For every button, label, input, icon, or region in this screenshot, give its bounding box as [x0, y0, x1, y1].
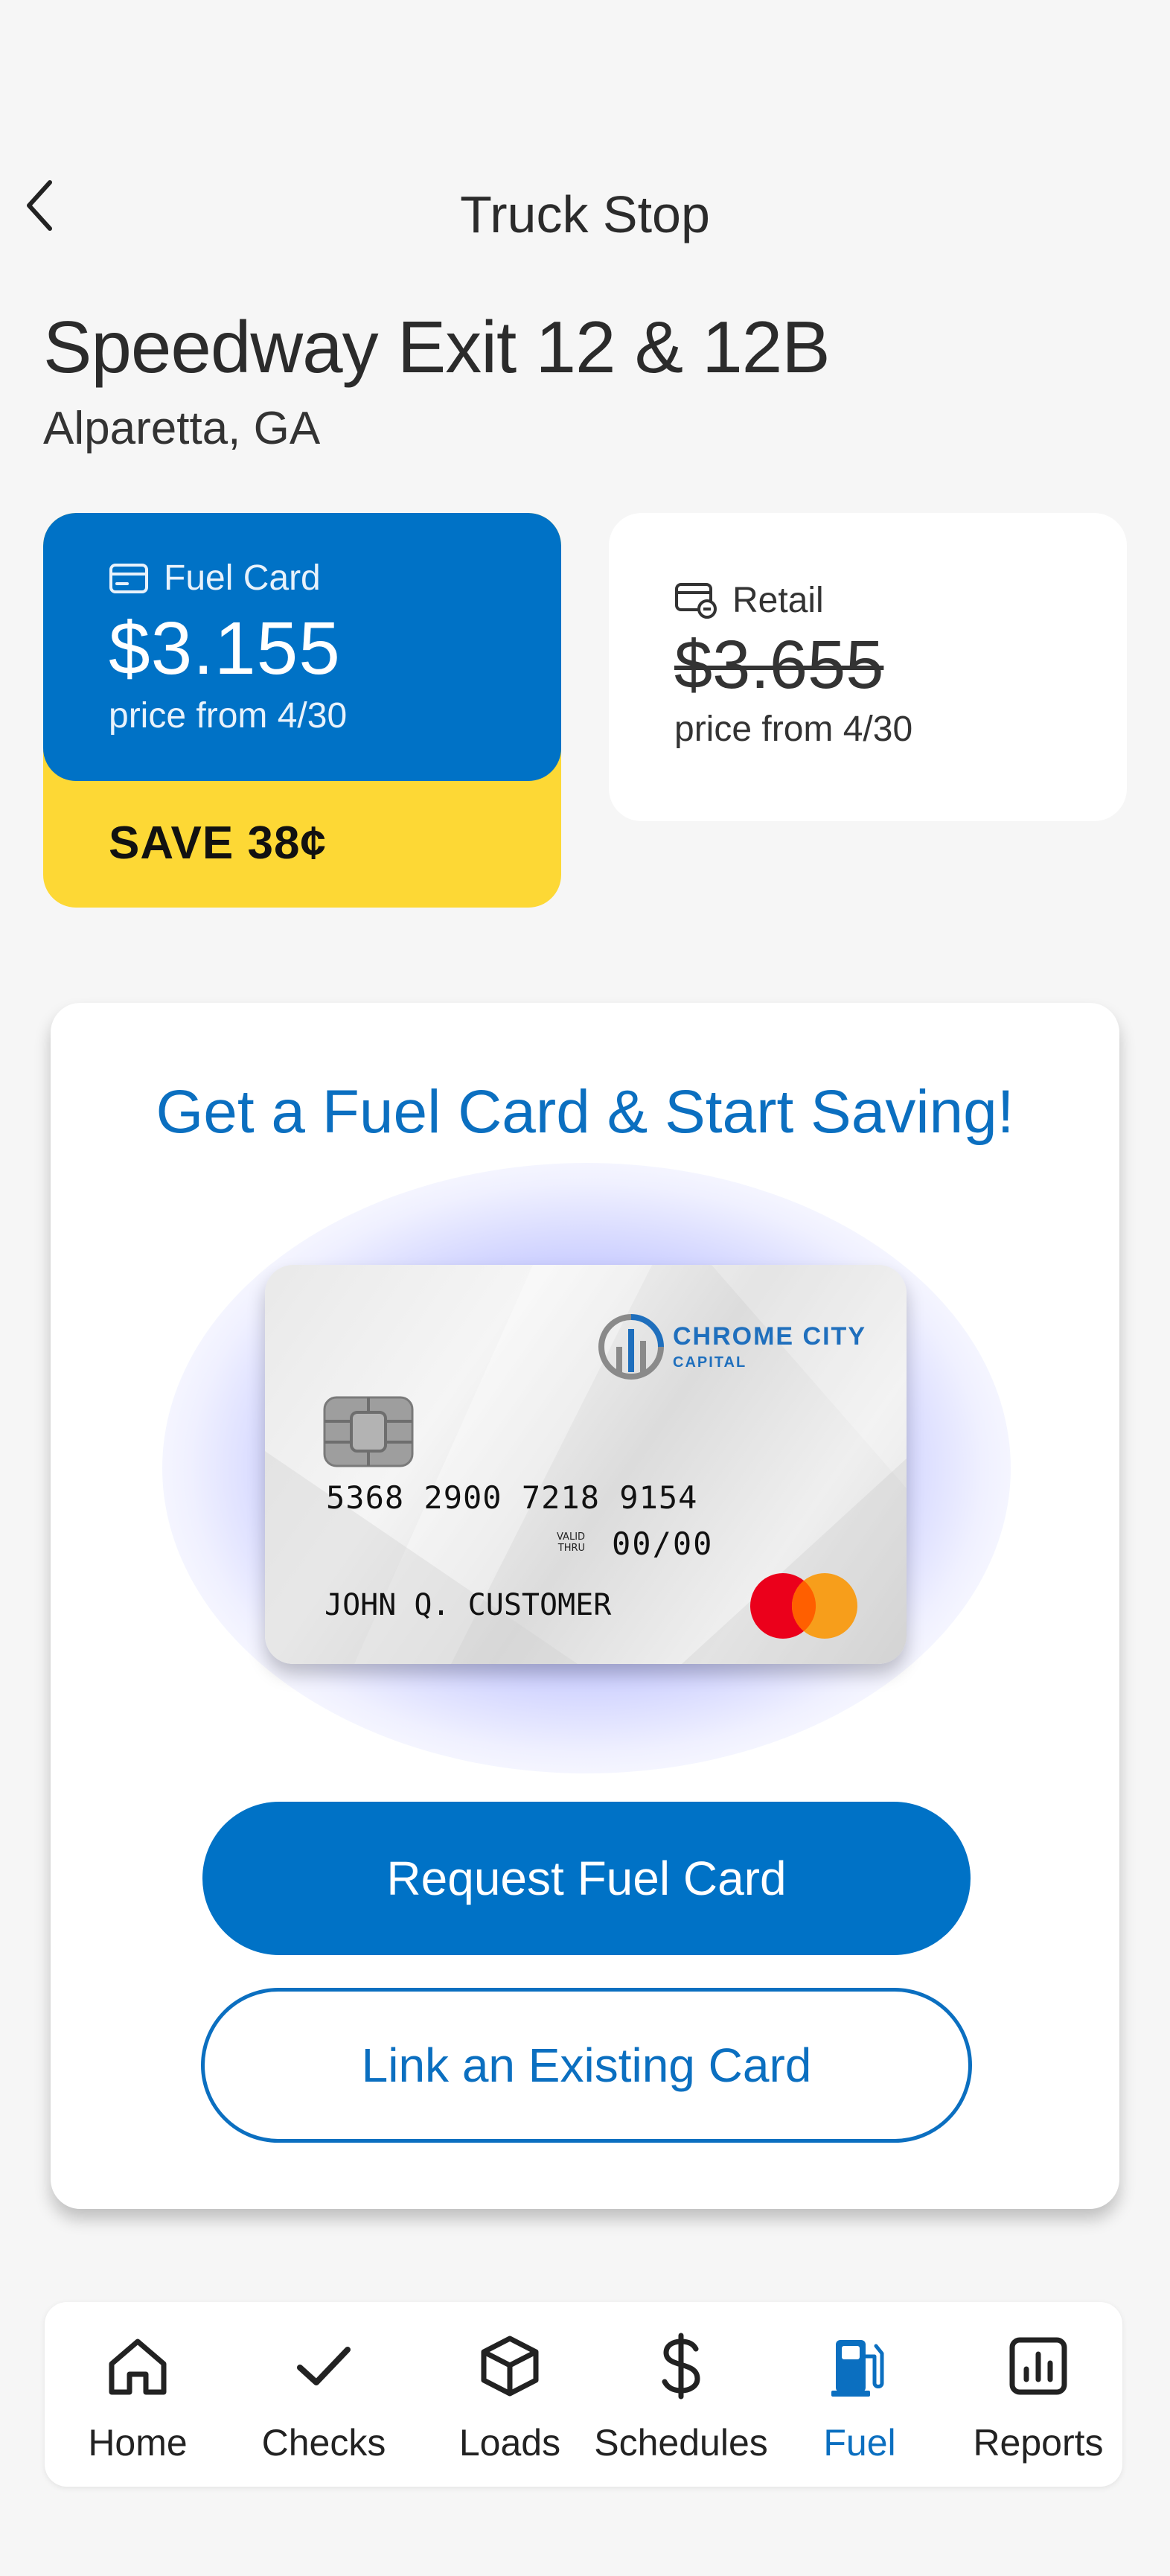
fuel-card-image: CHROME CITY CAPITAL 5368 2900 7218 9154 … — [265, 1265, 907, 1664]
station-location: Alparetta, GA — [43, 403, 321, 454]
home-icon — [109, 2339, 167, 2395]
card-issuer-name: CHROME CITY — [673, 1322, 866, 1351]
fuel-card-price-panel: Fuel Card $3.155 price from 4/30 — [43, 513, 561, 781]
credit-card-icon — [109, 563, 148, 593]
check-icon — [297, 2347, 351, 2385]
fuel-card-promo: Get a Fuel Card & Start Saving! CHROME C… — [51, 1003, 1119, 2209]
card-expiry: 00/00 — [612, 1525, 714, 1562]
fuel-card-label: Fuel Card — [164, 558, 321, 598]
nav-item-checks[interactable]: Checks — [231, 2302, 417, 2487]
fuel-card-price-date: price from 4/30 — [109, 696, 348, 736]
valid-label: VALID — [557, 1531, 586, 1543]
nav-item-home[interactable]: Home — [45, 2302, 231, 2487]
thru-label: THRU — [557, 1543, 586, 1554]
fuel-card-price-value: $3.155 — [109, 607, 341, 690]
fuel-card-label-row: Fuel Card — [109, 558, 321, 599]
card-issuer-sub: CAPITAL — [673, 1354, 747, 1371]
retail-label: Retail — [732, 581, 824, 620]
fuel-pump-icon — [831, 2340, 884, 2397]
box-icon — [481, 2336, 539, 2397]
bar-chart-icon — [1009, 2337, 1067, 2395]
nav-label-checks: Checks — [261, 2422, 386, 2464]
card-valid-thru-label: VALID THRU — [557, 1531, 585, 1554]
nav-item-schedules[interactable]: Schedules — [588, 2302, 774, 2487]
promo-title: Get a Fuel Card & Start Saving! — [156, 1078, 1014, 1146]
card-minus-icon — [675, 582, 717, 619]
nav-label-home: Home — [88, 2422, 188, 2464]
card-number: 5368 2900 7218 9154 — [326, 1479, 698, 1516]
dollar-icon — [662, 2333, 700, 2400]
retail-price-value: $3.655 — [674, 627, 884, 703]
fuel-card-price-card: Fuel Card $3.155 price from 4/30 SAVE 38… — [43, 513, 561, 908]
link-existing-card-button[interactable]: Link an Existing Card — [201, 1988, 972, 2143]
nav-item-reports[interactable]: Reports — [945, 2302, 1131, 2487]
chrome-city-logo-icon — [598, 1314, 664, 1380]
savings-badge: SAVE 38¢ — [109, 817, 327, 869]
nav-label-reports: Reports — [973, 2422, 1104, 2464]
card-issuer-logo: CHROME CITY CAPITAL — [597, 1313, 866, 1381]
chip-icon — [323, 1396, 414, 1467]
nav-item-fuel[interactable]: Fuel — [767, 2302, 953, 2487]
retail-price-date: price from 4/30 — [674, 710, 913, 749]
station-name: Speedway Exit 12 & 12B — [43, 306, 831, 388]
bottom-navigation: Home Checks Loads Schedules Fuel Reports — [45, 2302, 1122, 2487]
page-title: Truck Stop — [460, 185, 710, 243]
retail-price-card: Retail $3.655 price from 4/30 — [609, 513, 1127, 821]
card-holder-name: JOHN Q. CUSTOMER — [325, 1588, 612, 1622]
retail-label-row: Retail — [674, 580, 824, 621]
mastercard-logo-icon — [750, 1573, 857, 1639]
request-fuel-card-button[interactable]: Request Fuel Card — [202, 1802, 971, 1955]
